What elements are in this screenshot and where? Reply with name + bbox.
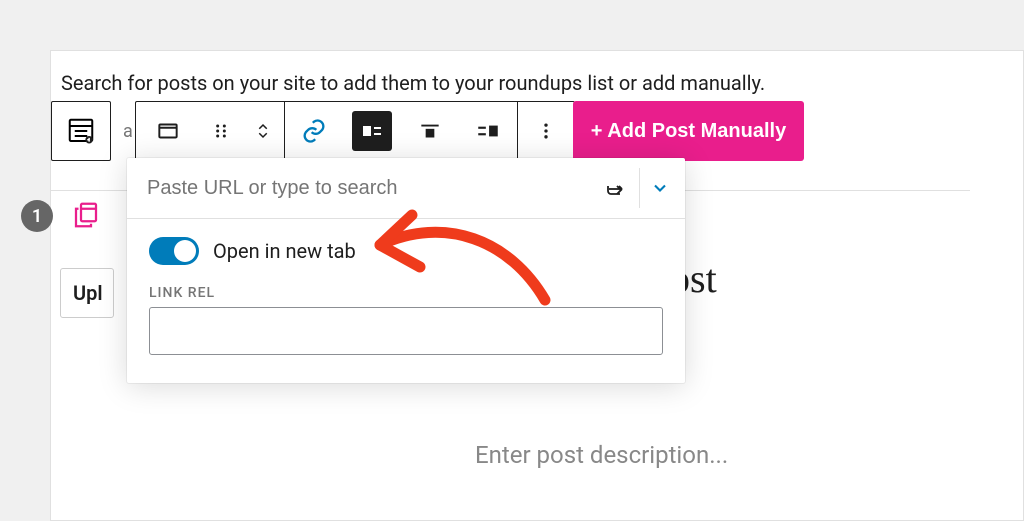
roundup-item-icon: [71, 200, 101, 234]
link-icon: [300, 117, 328, 145]
submit-arrow-icon: [604, 176, 628, 200]
link-rel-input[interactable]: [149, 307, 663, 355]
link-submit-button[interactable]: [595, 168, 635, 208]
toggle-thumb: [174, 240, 196, 262]
open-new-tab-row: Open in new tab: [149, 237, 663, 265]
block-type-button[interactable]: [51, 101, 111, 161]
toolbar-main-group: [135, 101, 575, 161]
parent-block-button[interactable]: [136, 102, 200, 160]
drag-handle-button[interactable]: [200, 102, 242, 160]
align-left-button[interactable]: [343, 102, 401, 160]
link-url-input[interactable]: [147, 177, 595, 200]
drag-dots-icon: [211, 121, 231, 141]
link-rel-label: LINK REL: [149, 285, 663, 301]
align-center-icon: [417, 118, 443, 144]
outline-box-icon: [155, 118, 181, 144]
open-new-tab-label: Open in new tab: [213, 239, 356, 263]
align-right-icon: [475, 118, 501, 144]
kebab-icon: [536, 119, 556, 143]
post-description-placeholder[interactable]: Enter post description...: [475, 441, 728, 469]
hidden-text-fragment: a: [119, 101, 135, 161]
align-left-icon: [360, 119, 384, 143]
link-settings-toggle[interactable]: [639, 168, 679, 208]
chevron-down-icon: [650, 178, 670, 198]
more-options-button[interactable]: [518, 102, 574, 160]
open-new-tab-toggle[interactable]: [149, 237, 199, 265]
step-badge: 1: [21, 200, 53, 232]
align-right-button[interactable]: [459, 102, 517, 160]
add-post-manually-button[interactable]: + Add Post Manually: [573, 101, 804, 161]
block-toolbar: a: [51, 101, 1023, 161]
chevron-updown-icon: [254, 118, 272, 144]
intro-text: Search for posts on your site to add the…: [51, 71, 1023, 95]
link-button[interactable]: [285, 102, 343, 160]
link-search-row: [127, 158, 685, 219]
move-updown-button[interactable]: [242, 102, 284, 160]
align-center-button[interactable]: [401, 102, 459, 160]
block-roundup-icon: [66, 116, 96, 146]
upload-button[interactable]: Upl: [60, 268, 114, 318]
link-settings-popover: Open in new tab LINK REL: [127, 158, 685, 383]
link-advanced-settings: Open in new tab LINK REL: [127, 219, 685, 383]
